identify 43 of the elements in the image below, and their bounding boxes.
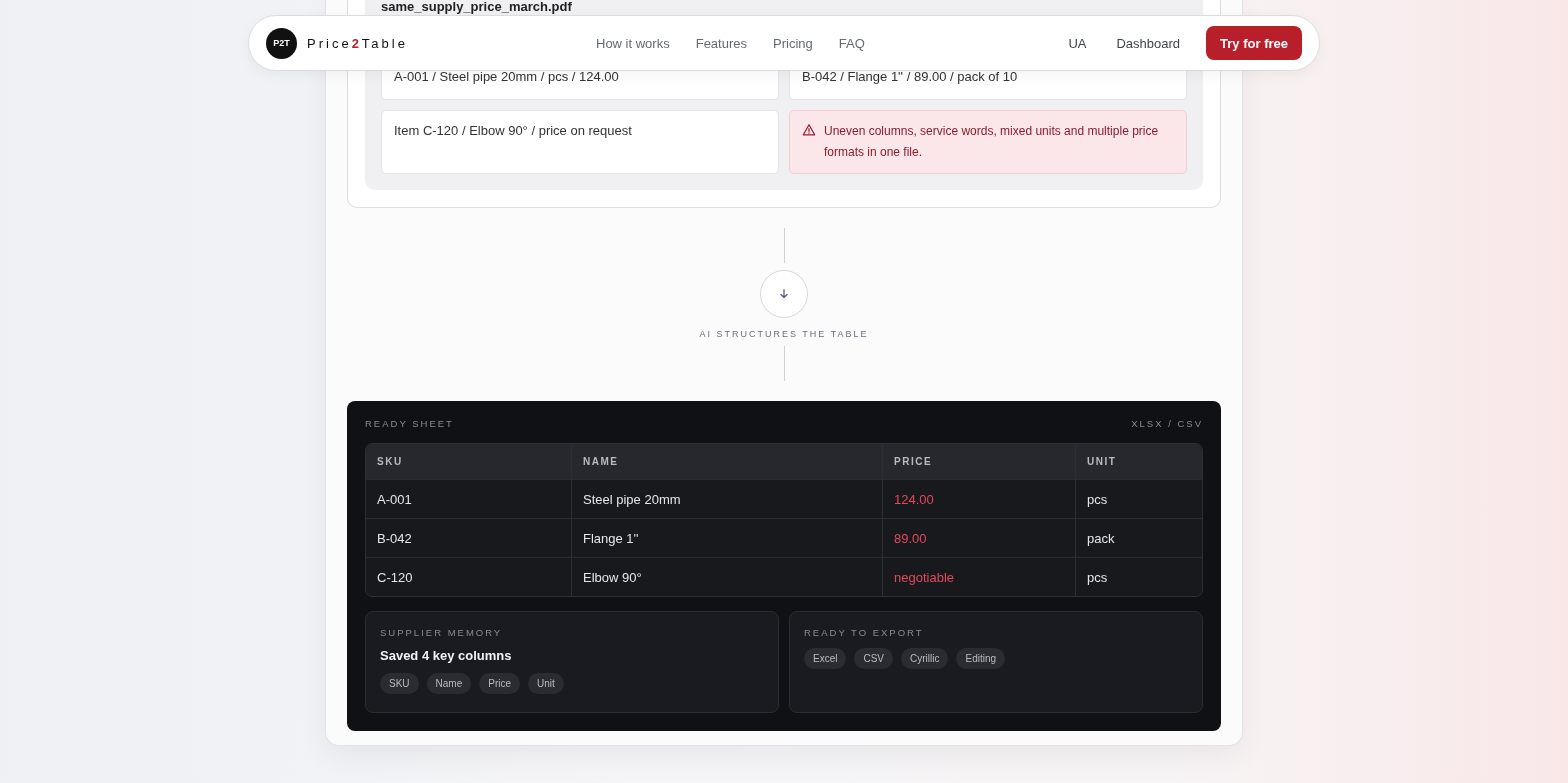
format-label: XLSX / CSV	[1131, 418, 1203, 429]
nav-link[interactable]: FAQ	[838, 35, 865, 51]
logo-badge: P2T	[266, 27, 297, 59]
dashboard-link[interactable]: Dashboard	[1116, 35, 1181, 51]
format-tag: CSV	[854, 648, 893, 669]
format-tag: Cyrillic	[901, 648, 949, 669]
format-tag: Excel	[804, 648, 847, 669]
table-cell: Steel pipe 20mm	[571, 480, 882, 518]
column-tag: SKU	[380, 673, 419, 694]
column-header: UNIT	[1075, 444, 1202, 479]
card-title: READY TO EXPORT	[804, 627, 925, 638]
try-free-button[interactable]: Try for free	[1206, 26, 1302, 60]
warning-text: Uneven columns, service words, mixed units and multiple price formats in one file.	[824, 123, 1160, 161]
column-header: SKU	[376, 455, 404, 469]
table-cell: 89.00	[882, 519, 1075, 557]
table-cell-text: A-001	[376, 490, 413, 509]
table-cell-text: B-042	[376, 529, 413, 548]
column-header: PRICE	[882, 444, 1075, 479]
column-header: NAME	[571, 444, 882, 479]
nav-link[interactable]: Pricing	[773, 35, 813, 51]
card-heading: Saved 4 key columns	[380, 648, 513, 663]
sheet-title: READY SHEET	[365, 418, 454, 429]
table-cell: 124.00	[882, 480, 1075, 518]
table-cell-text: C-120	[376, 568, 414, 587]
step-label: AI STRUCTURES THE TABLE	[699, 329, 869, 339]
column-tag: Price	[479, 673, 521, 694]
card-title: SUPPLIER MEMORY	[380, 627, 504, 638]
format-tag: Editing	[956, 648, 1006, 669]
nav-link[interactable]: Features	[695, 35, 747, 51]
table-cell: pcs	[1075, 480, 1202, 518]
table-cell: Flange 1''	[571, 519, 882, 557]
table-cell: Elbow 90°	[571, 558, 882, 596]
table-cell: negotiable	[882, 558, 1075, 596]
brand-name: Price 2 Table	[307, 35, 408, 51]
table-cell: pcs	[1075, 558, 1202, 596]
table-cell: pack	[1075, 519, 1202, 557]
column-tag: Name	[426, 673, 472, 694]
warning-icon	[802, 123, 816, 137]
column-tag: Unit	[528, 673, 564, 694]
language-link[interactable]: UA	[1068, 35, 1087, 51]
arrow-down-icon	[760, 270, 808, 318]
file-name: same_supply_price_march.pdf	[381, 0, 573, 14]
nav-link[interactable]: How it works	[596, 35, 670, 51]
